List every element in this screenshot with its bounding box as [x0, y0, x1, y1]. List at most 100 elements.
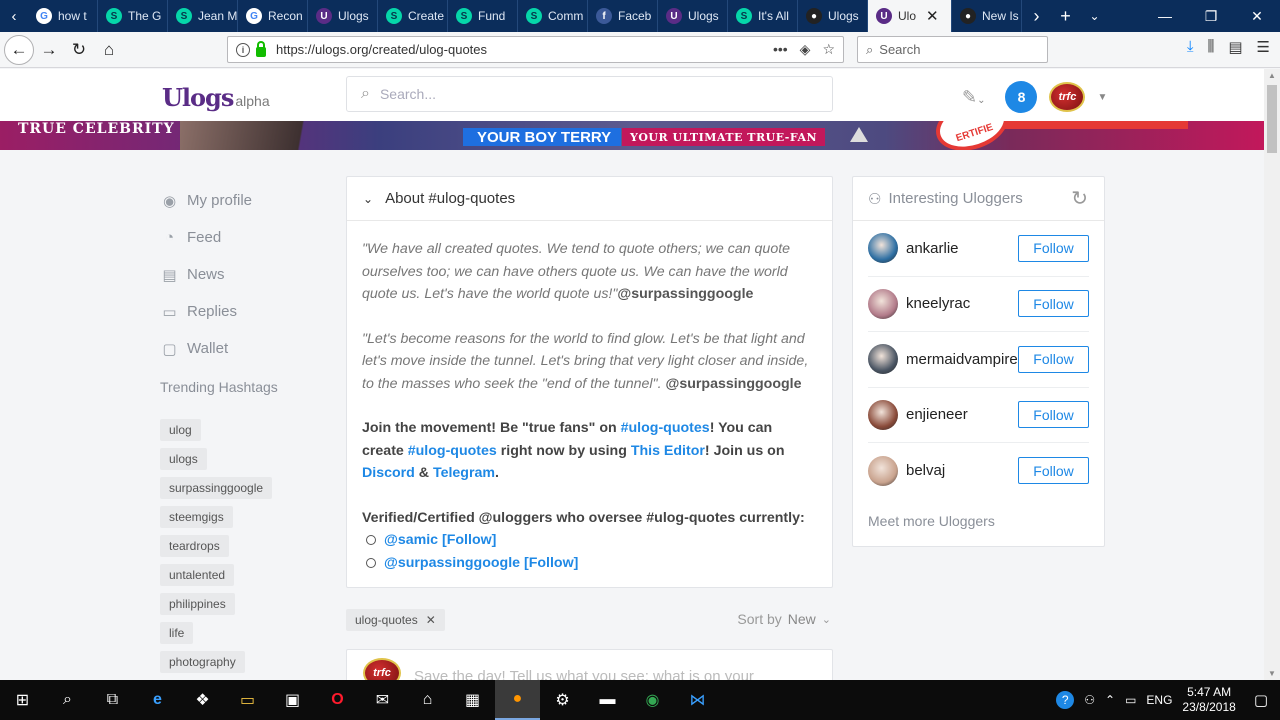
- sidebar-toggle-icon[interactable]: ▤: [1228, 38, 1242, 56]
- sidebar-item-feed[interactable]: ◔ Feed: [160, 219, 300, 256]
- quote-2-attribution[interactable]: @surpassinggoogle: [665, 376, 801, 392]
- ulogger-name[interactable]: mermaidvampire: [906, 351, 1018, 368]
- ulogger-name[interactable]: ankarlie: [906, 240, 1018, 257]
- chevron-down-icon[interactable]: ▼: [1097, 92, 1107, 103]
- tab-scroll-right-icon[interactable]: ›: [1022, 0, 1051, 32]
- avatar[interactable]: [868, 399, 898, 430]
- ulogger-name[interactable]: enjieneer: [906, 406, 1018, 423]
- file-explorer-icon[interactable]: ▭: [225, 680, 270, 720]
- settings-icon[interactable]: ⚙: [540, 680, 585, 720]
- page-scrollbar[interactable]: ▲ ▼: [1264, 69, 1280, 680]
- hashtag-tag[interactable]: philippines: [160, 593, 235, 615]
- avatar[interactable]: [868, 455, 898, 486]
- sidebar-item-wallet[interactable]: ▢ Wallet: [160, 330, 300, 367]
- new-tab-icon[interactable]: +: [1051, 0, 1080, 32]
- telegram-link[interactable]: Telegram: [433, 465, 495, 481]
- avatar[interactable]: trfc: [1049, 82, 1086, 112]
- ulog-quotes-link-2[interactable]: #ulog-quotes: [408, 443, 497, 459]
- close-tab-icon[interactable]: ✕: [926, 7, 939, 25]
- browser-tab[interactable]: U Ulogs: [308, 0, 378, 32]
- editor-link[interactable]: This Editor: [631, 443, 705, 459]
- scroll-up-icon[interactable]: ▲: [1268, 71, 1276, 80]
- tab-scroll-left-icon[interactable]: ‹: [0, 0, 28, 32]
- chevron-up-icon[interactable]: ⌃: [1105, 693, 1115, 707]
- tab-list-icon[interactable]: ⌄: [1080, 0, 1109, 32]
- browser-tab[interactable]: S The G: [98, 0, 168, 32]
- meet-more-link[interactable]: Meet more Uloggers: [868, 513, 1104, 529]
- ulogger-name[interactable]: kneelyrac: [906, 295, 1018, 312]
- back-icon[interactable]: ←: [4, 34, 34, 65]
- notifications-icon[interactable]: ▢: [1254, 691, 1268, 709]
- close-window-icon[interactable]: ✕: [1234, 0, 1280, 32]
- language-indicator[interactable]: ENG: [1146, 693, 1172, 707]
- url-bar[interactable]: i https://ulogs.org/created/ulog-quotes …: [227, 36, 844, 63]
- browser-tab[interactable]: S Fund: [448, 0, 518, 32]
- sidebar-item-my-profile[interactable]: ◉ My profile: [160, 182, 300, 219]
- windows-start-icon[interactable]: ⊞: [0, 680, 45, 720]
- browser-tab[interactable]: S Create: [378, 0, 448, 32]
- avatar[interactable]: [868, 344, 898, 375]
- discord-link[interactable]: Discord: [362, 465, 415, 481]
- browser-tab[interactable]: U Ulogs: [658, 0, 728, 32]
- battery-icon[interactable]: ▭: [1125, 693, 1136, 707]
- page-actions-icon[interactable]: •••: [773, 41, 788, 58]
- opera-icon[interactable]: O: [315, 680, 360, 720]
- browser-tab[interactable]: U Ulo ✕: [868, 0, 952, 32]
- browser-tab[interactable]: Ghow t: [28, 0, 98, 32]
- url-text[interactable]: https://ulogs.org/created/ulog-quotes: [276, 42, 487, 57]
- active-filter-tag[interactable]: ulog-quotes ✕: [346, 609, 445, 631]
- browser-tab[interactable]: S It's All: [728, 0, 798, 32]
- write-post-icon[interactable]: ✎⌄: [962, 87, 985, 108]
- scrollbar-thumb[interactable]: [1267, 85, 1277, 153]
- minimize-icon[interactable]: —: [1142, 0, 1188, 32]
- verified-ulogger-link[interactable]: @samic [Follow]: [384, 529, 496, 552]
- follow-button[interactable]: Follow: [1018, 234, 1089, 262]
- hashtag-tag[interactable]: untalented: [160, 564, 235, 586]
- browser-tab[interactable]: ● Ulogs: [798, 0, 868, 32]
- follow-button[interactable]: Follow: [1018, 457, 1089, 485]
- ulog-quotes-link[interactable]: #ulog-quotes: [621, 420, 710, 436]
- hashtag-tag[interactable]: teardrops: [160, 535, 229, 557]
- composer-placeholder[interactable]: Save the day! Tell us what you see; what…: [414, 668, 754, 680]
- help-icon[interactable]: ?: [1056, 691, 1075, 709]
- bookmark-star-icon[interactable]: ☆: [822, 41, 835, 58]
- chrome-icon[interactable]: ◉: [630, 680, 675, 720]
- ulogs-logo[interactable]: Ulogs alpha: [162, 83, 270, 112]
- mail-icon[interactable]: ✉: [360, 680, 405, 720]
- terminal-icon[interactable]: ▬: [585, 680, 630, 720]
- hashtag-tag[interactable]: photography: [160, 651, 245, 673]
- document-icon[interactable]: ▦: [450, 680, 495, 720]
- ulogger-name[interactable]: belvaj: [906, 462, 1018, 479]
- browser-tab[interactable]: S Jean M: [168, 0, 238, 32]
- avatar[interactable]: [868, 233, 898, 264]
- library-icon[interactable]: ⫼: [1207, 38, 1214, 56]
- pocket-icon[interactable]: ◈: [800, 41, 811, 58]
- quote-1-attribution[interactable]: @surpassinggoogle: [617, 286, 753, 302]
- downloads-icon[interactable]: ⤓: [1187, 38, 1194, 56]
- follow-button[interactable]: Follow: [1018, 345, 1089, 373]
- people-icon[interactable]: ⚇: [1084, 693, 1095, 707]
- store-icon[interactable]: ▣: [270, 680, 315, 720]
- follow-button[interactable]: Follow: [1018, 401, 1089, 429]
- browser-tab[interactable]: f Faceb: [588, 0, 658, 32]
- hashtag-tag[interactable]: ulogs: [160, 448, 207, 470]
- vscode-icon[interactable]: ⋈: [675, 680, 720, 720]
- dropbox-icon[interactable]: ❖: [180, 680, 225, 720]
- browser-tab[interactable]: G Recon: [238, 0, 308, 32]
- forward-icon[interactable]: →: [34, 35, 64, 65]
- site-search-input[interactable]: ⌕ Search...: [346, 76, 833, 112]
- about-header[interactable]: ⌄ About #ulog-quotes: [347, 177, 832, 221]
- verified-ulogger-link[interactable]: @surpassinggoogle [Follow]: [384, 552, 578, 575]
- firefox-icon[interactable]: ●: [495, 680, 540, 720]
- home-icon[interactable]: ⌂: [94, 35, 124, 65]
- chevron-down-icon[interactable]: ⌄: [363, 192, 373, 206]
- network-app-icon[interactable]: ⌂: [405, 680, 450, 720]
- clock[interactable]: 5:47 AM 23/8/2018: [1182, 685, 1235, 715]
- edge-icon[interactable]: e: [135, 680, 180, 720]
- hashtag-tag[interactable]: ulog: [160, 419, 201, 441]
- notification-badge[interactable]: 8: [1005, 81, 1038, 113]
- restore-icon[interactable]: ❐: [1188, 0, 1234, 32]
- post-composer[interactable]: trfc Save the day! Tell us what you see;…: [346, 649, 833, 680]
- sort-dropdown[interactable]: Sort by New ⌄: [737, 611, 831, 627]
- browser-tab[interactable]: ● New Is: [952, 0, 1022, 32]
